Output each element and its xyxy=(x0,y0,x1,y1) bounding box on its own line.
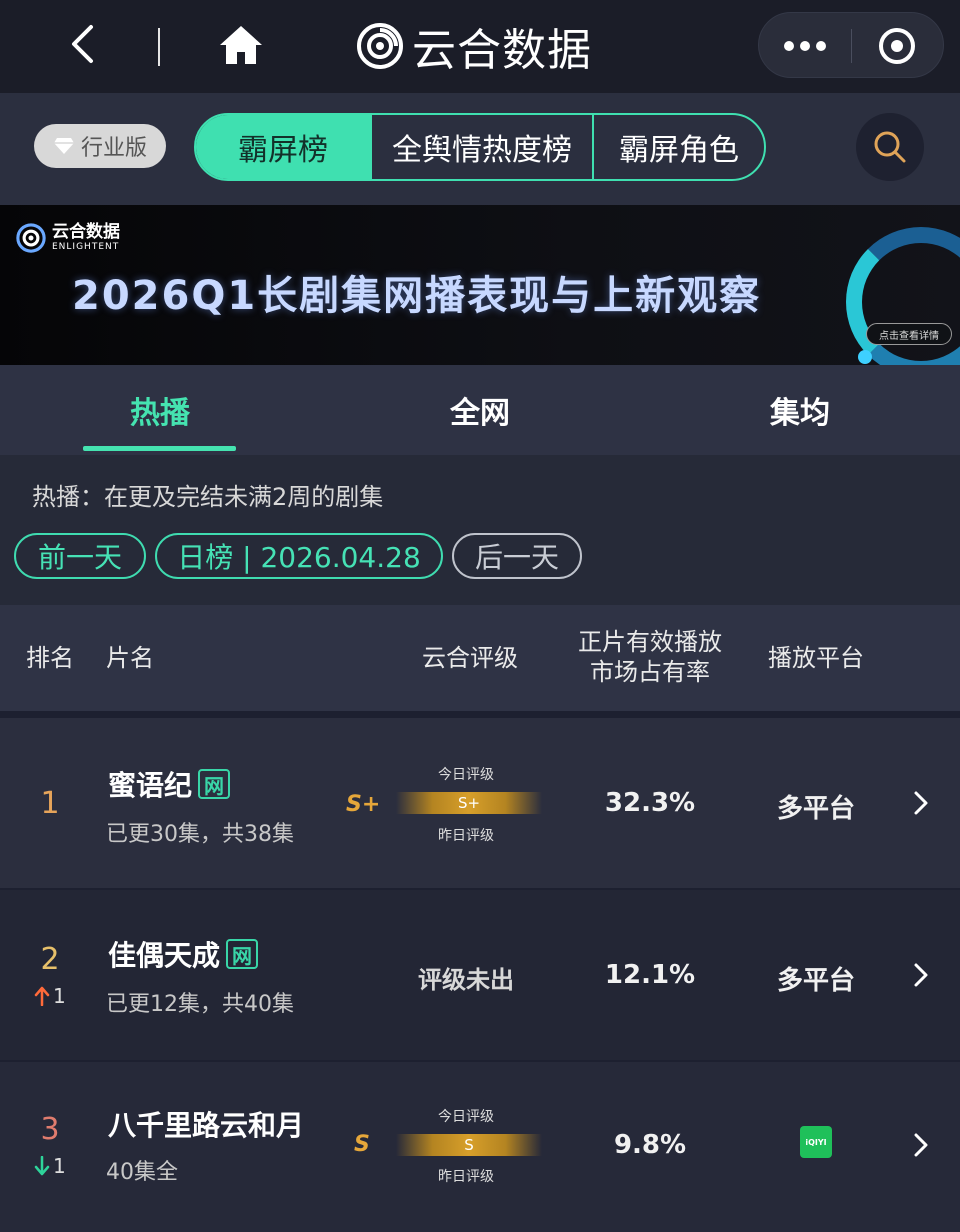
row-episodes: 已更30集，共38集 xyxy=(106,822,294,847)
row-episodes: 已更12集，共40集 xyxy=(106,992,294,1017)
row-title: 蜜语纪 网 xyxy=(108,764,231,804)
home-icon xyxy=(220,26,262,64)
more-icon-dot xyxy=(816,41,826,51)
arrow-down-icon xyxy=(34,1156,50,1176)
grade-not-available: 评级未出 xyxy=(418,966,514,994)
banner-title: 2026Q1长剧集网播表现与上新观察 xyxy=(72,273,762,319)
arrow-up-icon xyxy=(34,986,50,1006)
today-grade-label: 今日评级 xyxy=(438,767,494,783)
header-platform: 播放平台 xyxy=(768,644,864,672)
row-rank: 3 xyxy=(40,1112,60,1147)
header-title: 片名 xyxy=(106,644,154,672)
topbar-divider xyxy=(158,28,160,66)
banner-logo-en: ENLIGHTENT xyxy=(52,242,120,252)
table-row[interactable]: 2 1 佳偶天成 网 已更12集，共40集 评级未出 12.1% 多平台 xyxy=(0,890,960,1060)
yesterday-grade-label: 昨日评级 xyxy=(438,1169,494,1185)
network-badge: 网 xyxy=(198,769,231,799)
banner-dot-decoration xyxy=(858,350,872,364)
row-rank: 1 xyxy=(40,786,60,821)
row-title: 佳偶天成 网 xyxy=(108,934,259,974)
date-selector[interactable]: 日榜 | 2026.04.28 xyxy=(155,533,443,579)
row-title-text: 佳偶天成 xyxy=(108,939,221,972)
brand-logo-icon xyxy=(357,23,403,69)
iqiyi-logo: iQIYI xyxy=(800,1126,832,1158)
row-platform: 多平台 xyxy=(776,794,855,824)
chevron-right-icon[interactable] xyxy=(906,1130,936,1160)
search-icon xyxy=(874,131,906,163)
target-icon xyxy=(891,40,903,52)
filter-description: 热播：在更及完结未满2周的剧集 xyxy=(32,483,384,511)
today-grade-bar: S xyxy=(396,1134,542,1156)
more-button[interactable] xyxy=(759,13,851,79)
rank-change-value: 1 xyxy=(53,1154,66,1178)
ranking-tabs: 热播 全网 集均 xyxy=(0,365,960,455)
close-button[interactable] xyxy=(879,28,915,64)
tab-all-network[interactable]: 全网 xyxy=(380,365,580,455)
row-episodes: 40集全 xyxy=(106,1160,178,1185)
row-share: 12.1% xyxy=(604,960,696,990)
header-share-line1: 正片有效播放 xyxy=(578,628,722,656)
row-title-text: 蜜语纪 xyxy=(108,769,193,802)
back-button[interactable] xyxy=(60,22,104,66)
rank-change: 1 xyxy=(34,1154,78,1178)
next-day-button[interactable]: 后一天 xyxy=(452,533,582,579)
table-row[interactable]: 1 蜜语纪 网 已更30集，共38集 今日评级 S+ S+ 昨日评级 32.3%… xyxy=(0,718,960,888)
row-platform: 多平台 xyxy=(776,966,855,996)
header-rank: 排名 xyxy=(26,644,74,672)
segment-dominance-board[interactable]: 霸屏榜 xyxy=(196,115,370,179)
banner-detail-button[interactable]: 点击查看详情 xyxy=(866,323,952,345)
tab-per-episode[interactable]: 集均 xyxy=(700,365,900,455)
tab-hot[interactable]: 热播 xyxy=(60,365,260,455)
row-share: 32.3% xyxy=(604,788,696,818)
header-grade: 云合评级 xyxy=(422,644,518,672)
table-row[interactable]: 3 1 八千里路云和月 40集全 今日评级 S S 昨日评级 9.8% iQIY… xyxy=(0,1062,960,1232)
chevron-right-icon[interactable] xyxy=(906,960,936,990)
prev-day-button[interactable]: 前一天 xyxy=(14,533,146,579)
rank-change-value: 1 xyxy=(53,984,66,1008)
segment-dominance-roles[interactable]: 霸屏角色 xyxy=(592,115,764,179)
more-icon xyxy=(784,41,794,51)
row-share: 9.8% xyxy=(613,1130,687,1160)
chevron-left-icon xyxy=(72,25,93,63)
home-button[interactable] xyxy=(214,20,268,70)
segment-sentiment-board[interactable]: 全舆情热度榜 xyxy=(370,115,592,179)
mini-program-capsule xyxy=(758,12,944,78)
row-title-text: 八千里路云和月 xyxy=(108,1109,305,1142)
top-bar: 云合数据 xyxy=(0,0,960,93)
banner-logo: 云合数据 ENLIGHTENT xyxy=(16,223,120,253)
promo-banner[interactable]: 云合数据 ENLIGHTENT 2026Q1长剧集网播表现与上新观察 点击查看详… xyxy=(0,205,960,365)
app-brand: 云合数据 xyxy=(356,18,592,76)
industry-edition-badge[interactable]: 行业版 xyxy=(34,124,166,168)
yesterday-grade-label: 昨日评级 xyxy=(438,828,494,844)
yesterday-grade: S xyxy=(354,1132,370,1157)
board-segment-control: 霸屏榜 全舆情热度榜 霸屏角色 xyxy=(194,113,766,181)
row-rank: 2 xyxy=(40,942,60,977)
app-title: 云合数据 xyxy=(412,25,592,76)
banner-logo-cn: 云合数据 xyxy=(52,222,120,242)
diamond-icon xyxy=(53,138,74,154)
more-icon-dot xyxy=(800,41,810,51)
date-filter: 热播：在更及完结未满2周的剧集 前一天 日榜 | 2026.04.28 后一天 xyxy=(0,455,960,605)
brand-logo-icon xyxy=(16,223,46,253)
today-grade-label: 今日评级 xyxy=(438,1109,494,1125)
header-share-line2: 市场占有率 xyxy=(590,658,710,686)
capsule-divider xyxy=(851,29,852,63)
yesterday-grade: S+ xyxy=(346,792,381,817)
header-share: 正片有效播放 市场占有率 xyxy=(570,627,730,687)
chevron-right-icon[interactable] xyxy=(906,788,936,818)
today-grade-bar: S+ xyxy=(396,792,542,814)
industry-edition-label: 行业版 xyxy=(80,136,147,161)
board-nav: 行业版 霸屏榜 全舆情热度榜 霸屏角色 xyxy=(0,93,960,205)
table-header: 排名 片名 云合评级 正片有效播放 市场占有率 播放平台 xyxy=(0,605,960,711)
rank-change: 1 xyxy=(34,984,78,1008)
row-title: 八千里路云和月 xyxy=(108,1104,304,1144)
network-badge: 网 xyxy=(226,939,259,969)
active-tab-indicator xyxy=(83,446,236,451)
search-button[interactable] xyxy=(856,113,924,181)
